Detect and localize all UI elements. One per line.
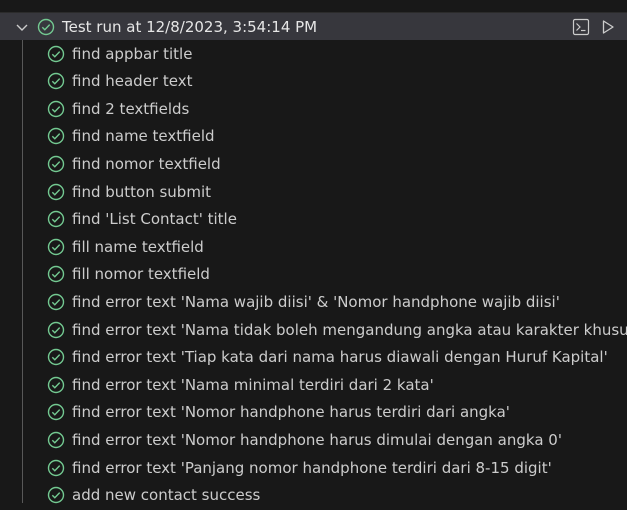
check-circle-icon	[47, 459, 65, 477]
test-item[interactable]: find button submit	[0, 179, 627, 207]
check-circle-icon	[47, 183, 65, 201]
test-item-label: find error text 'Nama minimal terdiri da…	[72, 375, 434, 394]
test-run-row[interactable]: Test run at 12/8/2023, 3:54:14 PM	[0, 12, 627, 40]
test-item-label: find error text 'Nomor handphone harus t…	[72, 403, 510, 422]
test-item-label: find header text	[72, 72, 193, 91]
test-item-label: add new contact success	[72, 486, 261, 505]
play-icon	[602, 20, 614, 34]
test-item[interactable]: find error text 'Panjang nomor handphone…	[0, 455, 627, 483]
test-item[interactable]: find error text 'Nama minimal terdiri da…	[0, 372, 627, 400]
check-circle-icon	[47, 431, 65, 449]
test-item-label: fill name textfield	[72, 237, 204, 256]
test-item-label: find nomor textfield	[72, 155, 221, 173]
check-circle-icon	[47, 100, 65, 118]
check-circle-icon	[47, 293, 65, 311]
test-item[interactable]: find nomor textfield	[0, 151, 627, 179]
rerun-button[interactable]	[598, 17, 618, 37]
test-item-label: find error text 'Tiap kata dari nama har…	[72, 348, 608, 367]
test-item-label: find name textfield	[72, 127, 215, 146]
panel-top-strip	[0, 0, 627, 12]
check-circle-icon	[37, 18, 55, 36]
test-item-label: find error text 'Nama wajib diisi' & 'No…	[72, 293, 560, 311]
test-item-label: find 2 textfields	[72, 99, 190, 118]
test-item-label: find error text 'Panjang nomor handphone…	[72, 458, 552, 477]
test-item-label: find button submit	[72, 182, 211, 201]
test-item[interactable]: find name textfield	[0, 123, 627, 151]
test-item[interactable]: find 'List Contact' title	[0, 206, 627, 234]
check-circle-icon	[47, 45, 65, 63]
check-circle-icon	[47, 155, 65, 173]
test-item[interactable]: find error text 'Nomor handphone harus t…	[0, 399, 627, 427]
test-tree: find appbar title find header text find 2 …	[0, 40, 627, 504]
test-item[interactable]: find error text 'Nama tidak boleh mengan…	[0, 317, 627, 345]
check-circle-icon	[47, 72, 65, 90]
test-item[interactable]: find 2 textfields	[0, 96, 627, 124]
check-circle-icon	[47, 238, 65, 256]
test-run-title: Test run at 12/8/2023, 3:54:14 PM	[62, 18, 318, 36]
test-item[interactable]: find appbar title	[0, 41, 627, 69]
test-item[interactable]: find header text	[0, 68, 627, 96]
test-item[interactable]: find error text 'Nama wajib diisi' & 'No…	[0, 289, 627, 317]
check-circle-icon	[47, 348, 65, 366]
test-item-label: find error text 'Nama tidak boleh mengan…	[72, 320, 627, 339]
test-item[interactable]: fill name textfield	[0, 234, 627, 262]
check-circle-icon	[47, 376, 65, 394]
terminal-icon	[572, 18, 590, 36]
check-circle-icon	[47, 403, 65, 421]
show-output-button[interactable]	[571, 17, 591, 37]
test-item-label: find appbar title	[72, 44, 193, 63]
test-item[interactable]: add new contact success	[0, 482, 627, 510]
test-item-label: fill nomor textfield	[72, 265, 210, 284]
test-item-label: find 'List Contact' title	[72, 210, 237, 229]
test-item-label: find error text 'Nomor handphone harus d…	[72, 431, 562, 449]
check-circle-icon	[47, 321, 65, 339]
check-circle-icon	[47, 265, 65, 283]
chevron-down-icon[interactable]	[14, 19, 30, 35]
test-item[interactable]: fill nomor textfield	[0, 261, 627, 289]
test-item[interactable]: find error text 'Tiap kata dari nama har…	[0, 344, 627, 372]
check-circle-icon	[47, 486, 65, 504]
check-circle-icon	[47, 127, 65, 145]
test-item[interactable]: find error text 'Nomor handphone harus d…	[0, 427, 627, 455]
check-circle-icon	[47, 210, 65, 228]
